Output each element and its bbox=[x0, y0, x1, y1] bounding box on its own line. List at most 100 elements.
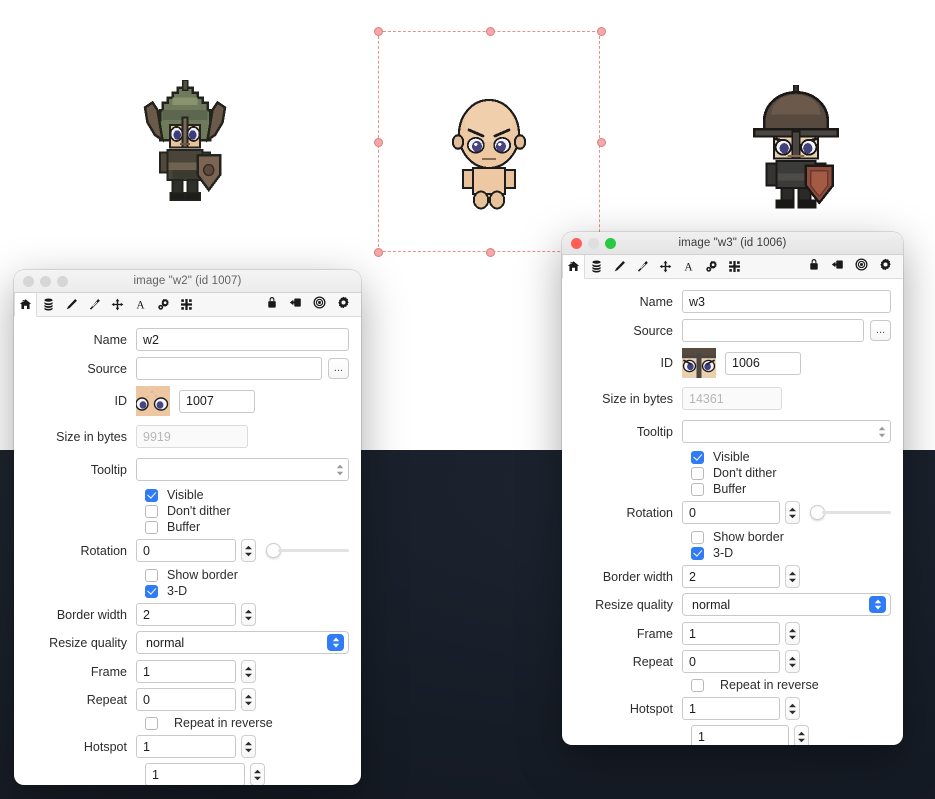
border-width-stepper[interactable] bbox=[785, 565, 800, 588]
text-a-icon[interactable]: A bbox=[677, 255, 700, 278]
rotation-stepper[interactable] bbox=[241, 539, 256, 562]
hotspot-y-stepper[interactable] bbox=[250, 763, 265, 785]
buffer-checkbox[interactable] bbox=[691, 482, 704, 496]
hotspot-x-input[interactable]: 1 bbox=[682, 697, 780, 720]
zoom-button[interactable] bbox=[57, 275, 68, 287]
titlebar-w2[interactable]: image "w2" (id 1007) bbox=[14, 270, 361, 293]
warrior-green-helm-sprite[interactable] bbox=[130, 80, 240, 205]
frame-input[interactable]: 1 bbox=[136, 660, 236, 683]
rotation-slider-track[interactable] bbox=[278, 549, 349, 552]
hotspot-y-input[interactable]: 1 bbox=[691, 725, 789, 745]
image-property-window-w2[interactable]: image "w2" (id 1007) A Name w2 Source ..… bbox=[14, 270, 361, 785]
checkbox-repeat-in-reverse[interactable]: Repeat in reverse bbox=[572, 678, 891, 692]
move-icon[interactable] bbox=[106, 293, 129, 316]
export-icon[interactable] bbox=[289, 296, 302, 314]
hotspot-y-input[interactable]: 1 bbox=[145, 763, 245, 785]
name-input[interactable]: w3 bbox=[682, 290, 891, 313]
lock-icon[interactable] bbox=[808, 258, 820, 276]
resize-quality-select[interactable]: normal bbox=[136, 631, 349, 654]
hotspot-x-input[interactable]: 1 bbox=[136, 735, 236, 758]
chevron-updown-icon[interactable] bbox=[327, 634, 344, 651]
border-width-input[interactable]: 2 bbox=[682, 565, 780, 588]
frame-stepper[interactable] bbox=[785, 622, 800, 645]
checkbox-visible[interactable]: Visible bbox=[572, 450, 891, 464]
visible-checkbox[interactable] bbox=[691, 450, 704, 464]
frame-input[interactable]: 1 bbox=[682, 622, 780, 645]
repeat-input[interactable]: 0 bbox=[682, 650, 780, 673]
tooltip-stepper[interactable] bbox=[875, 422, 888, 442]
zoom-button[interactable] bbox=[605, 237, 616, 249]
checkbox-repeat-in-reverse[interactable]: Repeat in reverse bbox=[24, 716, 349, 730]
stack-icon[interactable] bbox=[585, 255, 608, 278]
hotspot-y-stepper[interactable] bbox=[794, 725, 809, 745]
id-input[interactable]: 1006 bbox=[725, 351, 801, 375]
checkbox-dont-dither[interactable]: Don't dither bbox=[572, 466, 891, 480]
source-browse-button[interactable]: ... bbox=[328, 358, 349, 379]
frame-stepper[interactable] bbox=[241, 660, 256, 683]
lock-icon[interactable] bbox=[266, 296, 278, 314]
pencil-icon[interactable] bbox=[60, 293, 83, 316]
magic-wand-icon[interactable] bbox=[83, 293, 106, 316]
resize-handle-e[interactable] bbox=[597, 138, 606, 147]
close-button[interactable] bbox=[23, 275, 34, 287]
id-input[interactable]: 1007 bbox=[179, 389, 255, 413]
warrior-dark-helm-sprite[interactable] bbox=[742, 85, 850, 215]
target-icon[interactable] bbox=[313, 295, 326, 314]
image-property-window-w3[interactable]: image "w3" (id 1006) A Name w3 Source ..… bbox=[562, 232, 903, 745]
resize-handle-sw[interactable] bbox=[374, 248, 383, 257]
home-icon[interactable] bbox=[14, 293, 37, 317]
source-browse-button[interactable]: ... bbox=[870, 320, 891, 341]
border-width-input[interactable]: 2 bbox=[136, 603, 236, 626]
checkbox-dont-dither[interactable]: Don't dither bbox=[24, 504, 349, 518]
rotation-stepper[interactable] bbox=[785, 501, 800, 524]
resize-handle-s[interactable] bbox=[486, 248, 495, 257]
gears-icon[interactable] bbox=[700, 255, 723, 278]
border-width-stepper[interactable] bbox=[241, 603, 256, 626]
buffer-checkbox[interactable] bbox=[145, 520, 158, 534]
tooltip-stepper[interactable] bbox=[333, 460, 346, 480]
checkbox-visible[interactable]: Visible bbox=[24, 488, 349, 502]
dont-dither-checkbox[interactable] bbox=[691, 466, 704, 480]
hotspot-x-stepper[interactable] bbox=[785, 697, 800, 720]
show-border-checkbox[interactable] bbox=[145, 568, 158, 582]
rotation-slider[interactable] bbox=[810, 503, 891, 523]
toolbar-w2[interactable]: A bbox=[14, 293, 361, 317]
threed-checkbox[interactable] bbox=[691, 546, 704, 560]
stack-icon[interactable] bbox=[37, 293, 60, 316]
tooltip-input[interactable] bbox=[682, 420, 891, 443]
home-icon[interactable] bbox=[562, 255, 585, 279]
dont-dither-checkbox[interactable] bbox=[145, 504, 158, 518]
source-input[interactable] bbox=[682, 319, 864, 342]
gears-icon[interactable] bbox=[152, 293, 175, 316]
repeat-in-reverse-checkbox[interactable] bbox=[145, 716, 158, 730]
tooltip-input[interactable] bbox=[136, 458, 349, 481]
export-icon[interactable] bbox=[831, 258, 844, 276]
chevron-updown-icon[interactable] bbox=[869, 596, 886, 613]
visible-checkbox[interactable] bbox=[145, 488, 158, 502]
toolbar-w3[interactable]: A bbox=[562, 255, 903, 279]
traffic-lights-w3[interactable] bbox=[562, 237, 616, 249]
name-input[interactable]: w2 bbox=[136, 328, 349, 351]
rotation-slider[interactable] bbox=[266, 541, 349, 561]
resize-arrows-icon[interactable] bbox=[723, 255, 746, 278]
checkbox-show-border[interactable]: Show border bbox=[24, 568, 349, 582]
source-input[interactable] bbox=[136, 357, 322, 380]
resize-quality-select[interactable]: normal bbox=[682, 593, 891, 616]
traffic-lights-w2[interactable] bbox=[14, 275, 68, 287]
resize-handle-nw[interactable] bbox=[374, 27, 383, 36]
rotation-input[interactable]: 0 bbox=[136, 539, 236, 562]
minimize-button[interactable] bbox=[40, 275, 51, 287]
resize-handle-ne[interactable] bbox=[597, 27, 606, 36]
close-button[interactable] bbox=[571, 237, 582, 249]
checkbox-buffer[interactable]: Buffer bbox=[24, 520, 349, 534]
resize-arrows-icon[interactable] bbox=[175, 293, 198, 316]
resize-handle-n[interactable] bbox=[486, 27, 495, 36]
selection-marquee[interactable] bbox=[374, 27, 606, 257]
rotation-slider-track[interactable] bbox=[822, 511, 891, 514]
gear-icon[interactable] bbox=[879, 258, 892, 276]
checkbox-3d[interactable]: 3-D bbox=[24, 584, 349, 598]
magic-wand-icon[interactable] bbox=[631, 255, 654, 278]
repeat-in-reverse-checkbox[interactable] bbox=[691, 678, 704, 692]
checkbox-3d[interactable]: 3-D bbox=[572, 546, 891, 560]
target-icon[interactable] bbox=[855, 257, 868, 276]
